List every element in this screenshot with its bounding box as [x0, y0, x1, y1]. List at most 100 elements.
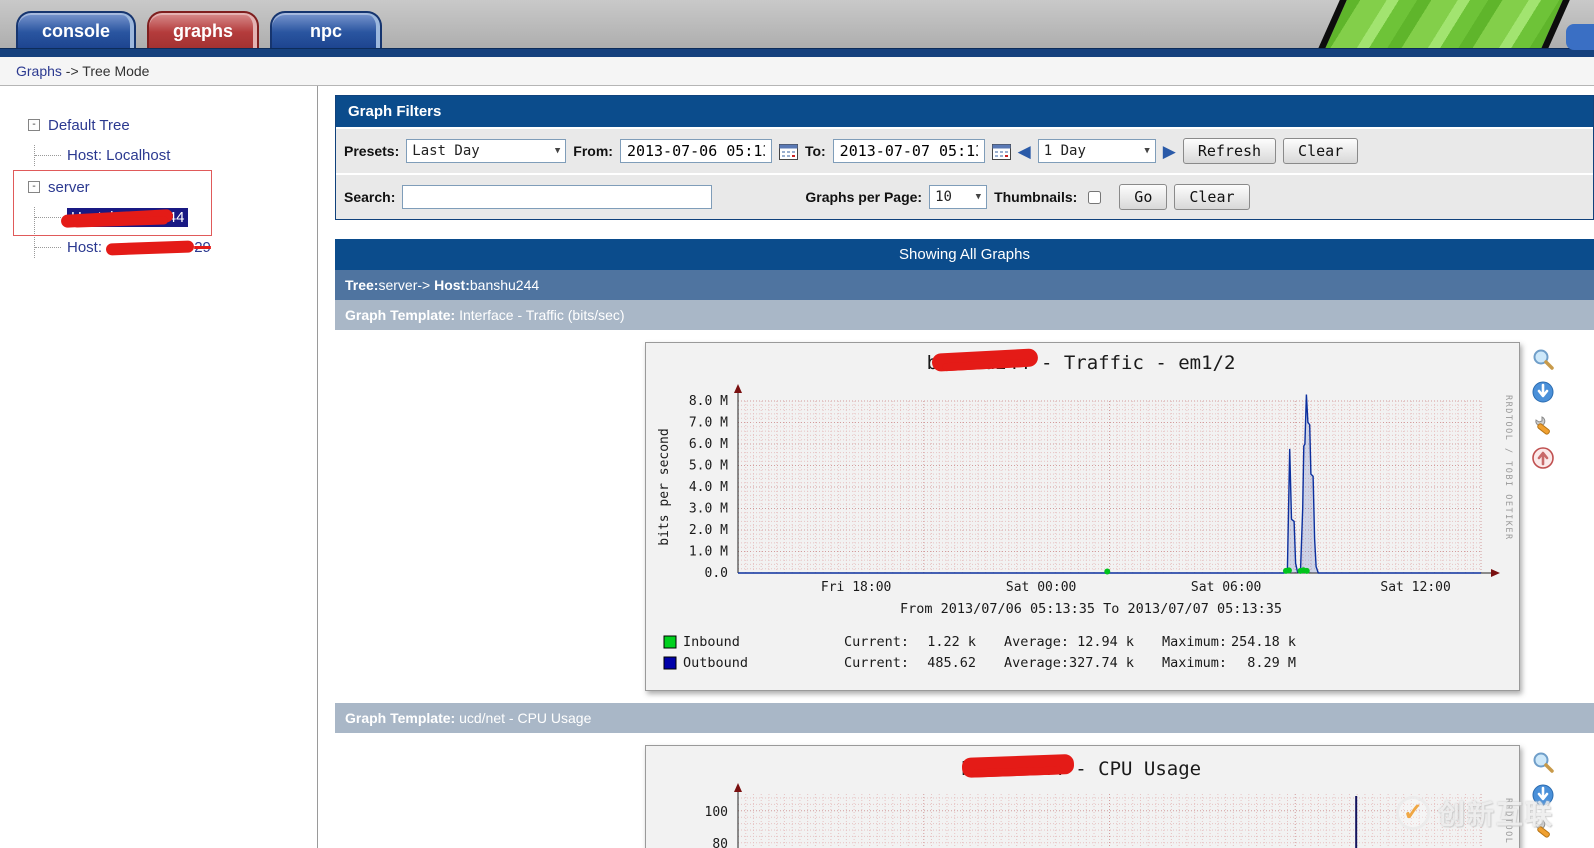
timespan-select[interactable]: 1 Day ▼	[1037, 139, 1156, 163]
tab-graphs[interactable]: graphs	[147, 11, 260, 48]
traffic-graph-image[interactable]: banshu244 - Traffic - em1/2 8.0 M 7.0 M 6.0…	[645, 342, 1520, 691]
tree-leaf-banshu244: Host: banshu244	[35, 207, 317, 228]
graph-action-icons	[1532, 745, 1554, 839]
main-tabs: console graphs npc	[16, 11, 383, 48]
tab-npc[interactable]: npc	[270, 11, 383, 48]
svg-text:4.0 M: 4.0 M	[689, 480, 728, 495]
svg-text:5.0 M: 5.0 M	[689, 459, 728, 474]
tree-leaf-localhost: Host: Localhost	[35, 145, 317, 166]
thumbnails-checkbox[interactable]	[1088, 190, 1102, 204]
svg-text:Average:: Average:	[1004, 655, 1069, 671]
svg-text:1.0 M: 1.0 M	[689, 545, 728, 560]
shift-back-icon[interactable]: ◀	[1018, 143, 1031, 160]
svg-text:Fri 18:00: Fri 18:00	[821, 580, 891, 595]
search-input[interactable]	[402, 185, 713, 209]
tab-console[interactable]: console	[16, 11, 137, 48]
graph-row-traffic: banshu244 - Traffic - em1/2 8.0 M 7.0 M 6.0…	[335, 330, 1594, 703]
to-label: To:	[804, 143, 826, 159]
svg-text:1.22 k: 1.22 k	[927, 634, 976, 650]
redaction-scribble	[106, 240, 195, 256]
svg-text:7.0 M: 7.0 M	[689, 416, 728, 431]
svg-text:8.29 M: 8.29 M	[1247, 655, 1296, 671]
svg-text:Sat 06:00: Sat 06:00	[1191, 580, 1261, 595]
graph-filters-panel: Graph Filters Presets: Last Day▼ From: T…	[335, 95, 1594, 220]
svg-text:RRDTOOL: RRDTOOL	[1503, 798, 1513, 844]
graph-template-bar-2: Graph Template: ucd/net - CPU Usage	[335, 703, 1594, 733]
svg-text:bits per second: bits per second	[657, 428, 672, 545]
svg-text:100: 100	[705, 805, 728, 820]
svg-text:Sat 12:00: Sat 12:00	[1380, 580, 1450, 595]
breadcrumb-rest: -> Tree Mode	[61, 63, 150, 79]
chevron-down-icon: ▼	[975, 192, 982, 202]
clear-search-button[interactable]: Clear	[1174, 184, 1250, 210]
calendar-icon[interactable]	[778, 143, 798, 160]
breadcrumb-graphs-link[interactable]: Graphs	[16, 63, 62, 79]
graph-source-wrench-icon[interactable]	[1532, 817, 1554, 839]
cacti-leaf-logo	[1318, 0, 1572, 48]
csv-export-icon[interactable]	[1532, 784, 1554, 806]
chevron-down-icon: ▼	[554, 146, 561, 156]
tree-link-server[interactable]: server	[48, 179, 90, 196]
graph-template-bar-1: Graph Template: Interface - Traffic (bit…	[335, 300, 1594, 330]
chevron-down-icon: ▼	[1144, 146, 1150, 156]
graph-tree-panel: - Default Tree Host: Localhost - server …	[0, 86, 318, 848]
svg-text:Outbound: Outbound	[683, 655, 748, 671]
svg-text:Maximum:: Maximum:	[1162, 634, 1227, 650]
svg-text:Current:: Current:	[844, 655, 909, 671]
clear-button[interactable]: Clear	[1283, 138, 1359, 164]
svg-text:Current:: Current:	[844, 634, 909, 650]
page-top-icon[interactable]	[1532, 447, 1554, 469]
shift-forward-icon[interactable]: ▶	[1163, 143, 1176, 160]
zoom-graph-icon[interactable]	[1532, 751, 1554, 773]
from-date-input[interactable]	[619, 139, 772, 163]
svg-text:0.0: 0.0	[705, 566, 728, 581]
svg-text:Maximum:: Maximum:	[1162, 655, 1227, 671]
svg-text:RRDTOOL / TOBI OETIKER: RRDTOOL / TOBI OETIKER	[1503, 395, 1513, 541]
svg-text:Sat 00:00: Sat 00:00	[1006, 580, 1076, 595]
graph-filters-header: Graph Filters	[336, 96, 1593, 127]
csv-export-icon[interactable]	[1532, 381, 1554, 403]
tree-link-default-tree[interactable]: Default Tree	[48, 117, 130, 134]
tree-collapse-icon[interactable]: -	[28, 119, 40, 131]
svg-text:2.0 M: 2.0 M	[689, 523, 728, 538]
tree-node-server: - server	[28, 176, 317, 198]
thumbnails-label: Thumbnails:	[994, 189, 1078, 205]
tree-node-default-tree: - Default Tree	[28, 114, 317, 136]
svg-text:80: 80	[712, 837, 728, 848]
header-divider	[0, 48, 1594, 57]
logo-corner-shape	[1566, 24, 1594, 50]
svg-text:12.94 k: 12.94 k	[1077, 634, 1134, 650]
filters-row-search: Search: Graphs per Page: 10 ▼ Thumbnails:…	[336, 173, 1593, 219]
refresh-button[interactable]: Refresh	[1182, 138, 1277, 164]
tree-path-bar: Tree:server-> Host:banshu244	[335, 270, 1594, 300]
svg-text:Average:: Average:	[1004, 634, 1069, 650]
go-button[interactable]: Go	[1119, 184, 1168, 210]
graph-row-cpu: banshu244 - CPU Usage 100 80 RRDTOOL	[335, 733, 1594, 848]
presets-label: Presets:	[344, 143, 400, 159]
svg-text:8.0 M: 8.0 M	[689, 394, 728, 409]
main-content: Graph Filters Presets: Last Day▼ From: T…	[318, 86, 1594, 848]
per-page-select[interactable]: 10 ▼	[929, 185, 988, 209]
tree-link-host-banshu244-selected[interactable]: Host: banshu244	[60, 208, 189, 228]
calendar-icon[interactable]	[991, 143, 1011, 160]
tree-children: Host: Localhost	[34, 145, 317, 166]
breadcrumb: Graphs -> Tree Mode	[0, 57, 1594, 86]
tree-leaf-host2: Host: 29	[35, 237, 317, 258]
tree-collapse-icon[interactable]: -	[28, 181, 40, 193]
presets-select[interactable]: Last Day ▼	[406, 139, 567, 163]
tree-link-host2[interactable]: Host: 29	[67, 239, 211, 256]
svg-text:485.62: 485.62	[927, 655, 976, 671]
search-label: Search:	[344, 189, 396, 205]
showing-all-graphs-bar: Showing All Graphs	[335, 239, 1594, 270]
tree-children: Host: banshu244 Host: 29	[34, 207, 317, 258]
svg-text:254.18 k: 254.18 k	[1231, 634, 1296, 650]
zoom-graph-icon[interactable]	[1532, 348, 1554, 370]
graph-action-icons	[1532, 342, 1554, 469]
svg-text:327.74 k: 327.74 k	[1069, 655, 1134, 671]
svg-text:Inbound: Inbound	[683, 634, 740, 650]
to-date-input[interactable]	[832, 139, 985, 163]
cpu-graph-image[interactable]: banshu244 - CPU Usage 100 80 RRDTOOL	[645, 745, 1520, 848]
tree-link-host-localhost[interactable]: Host: Localhost	[67, 147, 170, 164]
graph-source-wrench-icon[interactable]	[1532, 414, 1554, 436]
from-label: From:	[573, 143, 613, 159]
